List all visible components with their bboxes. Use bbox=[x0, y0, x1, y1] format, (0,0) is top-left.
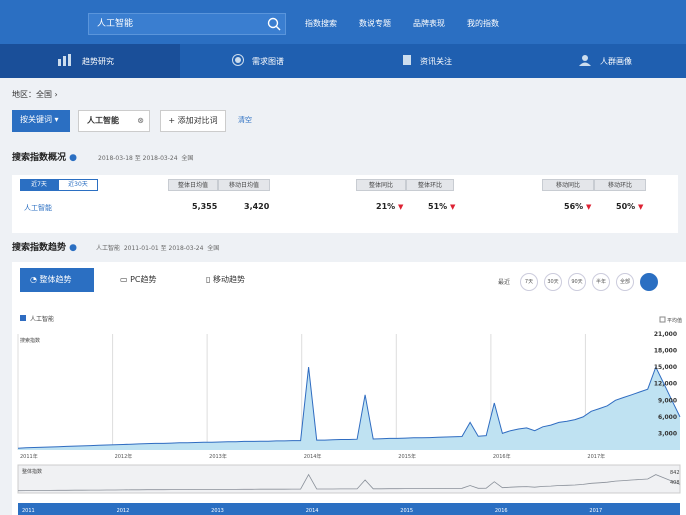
navigator-tick-label: 2014 bbox=[306, 508, 319, 514]
arrow-down-icon: ▼ bbox=[585, 203, 592, 211]
nav-item-demand[interactable]: 需求图谱 bbox=[232, 44, 284, 78]
nav-item-news[interactable]: 资讯关注 bbox=[402, 44, 452, 78]
col-header: 整体同比 bbox=[356, 179, 406, 191]
navigator-tick-label: 2011 bbox=[22, 508, 35, 514]
average-label: 平均值 bbox=[667, 317, 682, 324]
network-icon bbox=[232, 54, 244, 68]
legend-label[interactable]: 人工智能 bbox=[30, 315, 54, 323]
top-link-my-index[interactable]: 我的指数 bbox=[467, 18, 499, 29]
arrow-down-icon: ▼ bbox=[449, 203, 456, 211]
y-tick-label: 9,000 bbox=[658, 397, 677, 404]
breadcrumb[interactable]: 地区：全国 › bbox=[12, 89, 58, 100]
x-tick-label: 2011年 bbox=[20, 453, 38, 460]
overall-avg: 5,355 bbox=[192, 202, 218, 211]
navigator-value: 408 bbox=[670, 480, 680, 486]
chart-icon bbox=[58, 54, 74, 68]
overall-mom: 51% ▼ bbox=[428, 202, 456, 211]
navigator-tick-label: 2015 bbox=[400, 508, 413, 514]
keyword-link[interactable]: 人工智能 bbox=[24, 203, 52, 213]
x-tick-label: 2013年 bbox=[209, 453, 227, 460]
x-tick-label: 2016年 bbox=[493, 453, 511, 460]
search-icon[interactable] bbox=[267, 17, 281, 39]
top-link-topics[interactable]: 数说专题 bbox=[359, 18, 391, 29]
col-header: 整体日均值 bbox=[168, 179, 218, 191]
x-tick-label: 2015年 bbox=[398, 453, 416, 460]
navigator-tick-label: 2016 bbox=[495, 508, 508, 514]
trend-title: 搜索指数趋势 ● bbox=[12, 243, 78, 253]
navigator-value: 842 bbox=[670, 470, 680, 476]
y-tick-label: 21,000 bbox=[654, 331, 677, 338]
y-axis-label: 搜索指数 bbox=[20, 337, 40, 344]
arrow-down-icon: ▼ bbox=[397, 203, 404, 211]
col-header: 移动日均值 bbox=[218, 179, 270, 191]
search-input-value: 人工智能 bbox=[97, 19, 134, 29]
overview-panel: 近7天 近30天 整体日均值 移动日均值 整体同比 整体环比 移动同比 移动环比… bbox=[12, 175, 678, 233]
tab-7days[interactable]: 近7天 bbox=[20, 179, 58, 191]
navigator-label: 整体指数 bbox=[22, 468, 42, 475]
legend-swatch bbox=[20, 315, 26, 321]
nav-label: 趋势研究 bbox=[82, 56, 114, 66]
mobile-avg: 3,420 bbox=[244, 202, 270, 211]
trend-area bbox=[18, 367, 680, 450]
nav-item-trend[interactable]: 趋势研究 bbox=[0, 44, 180, 78]
nav-label: 人群画像 bbox=[600, 56, 632, 66]
col-header: 移动同比 bbox=[542, 179, 594, 191]
y-tick-label: 3,000 bbox=[658, 430, 677, 437]
clear-link[interactable]: 清空 bbox=[238, 110, 252, 132]
overview-title: 搜索指数概况 ● bbox=[12, 153, 78, 163]
top-link-brand[interactable]: 品牌表现 bbox=[413, 18, 445, 29]
average-checkbox[interactable] bbox=[659, 316, 666, 323]
help-icon[interactable]: ● bbox=[69, 153, 77, 163]
y-tick-label: 15,000 bbox=[654, 364, 677, 371]
navigator-tick-label: 2017 bbox=[589, 508, 602, 514]
trend-chart: 人工智能 平均值 搜索指数 3,000 6,000 9,000 12,000 15,00… bbox=[17, 315, 682, 515]
user-icon bbox=[578, 54, 592, 68]
keyword-tag[interactable]: 人工智能 ⊗ bbox=[78, 110, 150, 132]
nav-item-audience[interactable]: 人群画像 bbox=[578, 44, 632, 78]
mobile-mom: 50% ▼ bbox=[616, 202, 644, 211]
trend-chart-panel: ◔ 整体趋势 ▭ PC趋势 ▯ 移动趋势 最近 7天 30天 90天 半年 全部… bbox=[12, 262, 686, 515]
arrow-down-icon: ▼ bbox=[637, 203, 644, 211]
y-tick-label: 18,000 bbox=[654, 348, 677, 355]
navigator-tick-label: 2013 bbox=[211, 508, 224, 514]
mobile-yoy: 56% ▼ bbox=[564, 202, 592, 211]
overall-yoy: 21% ▼ bbox=[376, 202, 404, 211]
nav-label: 资讯关注 bbox=[420, 56, 452, 66]
top-link-index-search[interactable]: 指数搜索 bbox=[305, 18, 337, 29]
col-header: 整体环比 bbox=[406, 179, 454, 191]
trend-meta: 人工智能 2011-01-01 至 2018-03-24 全国 bbox=[96, 245, 220, 252]
x-tick-label: 2012年 bbox=[115, 453, 133, 460]
nav-label: 需求图谱 bbox=[252, 56, 284, 66]
main-nav: 趋势研究 需求图谱 资讯关注 人群画像 bbox=[0, 44, 686, 78]
col-header: 移动环比 bbox=[594, 179, 646, 191]
x-tick-label: 2014年 bbox=[304, 453, 322, 460]
close-icon[interactable]: ⊗ bbox=[137, 111, 144, 131]
add-compare-button[interactable]: + 添加对比词 bbox=[160, 110, 226, 132]
help-icon[interactable]: ● bbox=[69, 243, 77, 253]
document-icon bbox=[402, 54, 412, 68]
navigator-tick-label: 2012 bbox=[117, 508, 130, 514]
y-tick-label: 12,000 bbox=[654, 381, 677, 388]
search-input[interactable]: 人工智能 bbox=[88, 13, 286, 35]
keyword-mode-dropdown[interactable]: 按关键词 ▾ bbox=[12, 110, 70, 132]
tab-30days[interactable]: 近30天 bbox=[58, 179, 98, 191]
top-header: 人工智能 指数搜索 数说专题 品牌表现 我的指数 bbox=[0, 0, 686, 44]
y-tick-label: 6,000 bbox=[658, 414, 677, 421]
overview-date-range: 2018-03-18 至 2018-03-24 全国 bbox=[98, 155, 194, 162]
x-tick-label: 2017年 bbox=[587, 453, 605, 460]
